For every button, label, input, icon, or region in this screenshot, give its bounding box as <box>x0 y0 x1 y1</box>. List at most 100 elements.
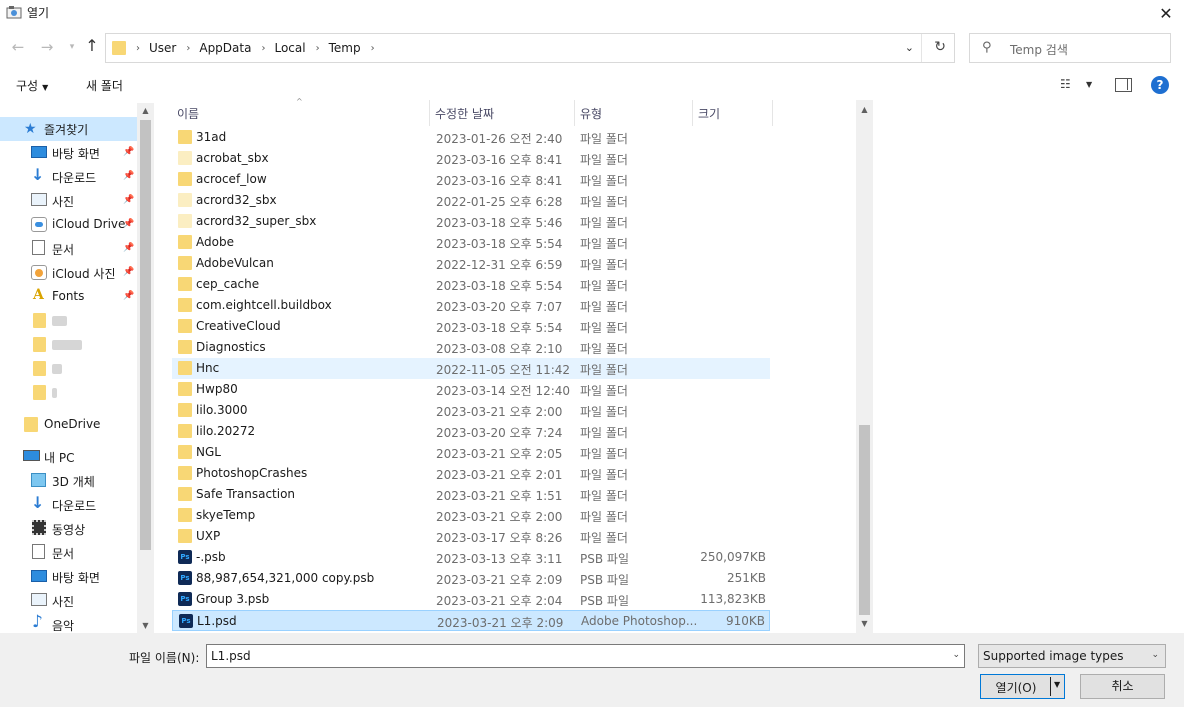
chevron-right-icon[interactable]: › <box>261 43 265 54</box>
navpane-scrollbar[interactable]: ▲ ▼ <box>137 103 154 633</box>
scrollbar-thumb[interactable] <box>140 120 151 550</box>
sidebar-item-documents-pc[interactable]: 문서 <box>0 541 137 565</box>
organize-button[interactable]: 구성 ▼ <box>16 77 48 94</box>
search-placeholder: Temp 검색 <box>1010 43 1068 57</box>
scroll-up-icon[interactable]: ▲ <box>137 106 154 115</box>
column-header-type[interactable]: 유형 <box>575 100 693 126</box>
back-button[interactable]: ← <box>8 38 28 56</box>
sidebar-item-pictures[interactable]: 사진 📌 <box>0 189 137 213</box>
scroll-up-icon[interactable]: ▲ <box>856 105 873 114</box>
file-type: 파일 폴더 <box>580 363 628 377</box>
up-button[interactable]: ↑ <box>82 36 102 55</box>
sidebar-item-3d-objects[interactable]: 3D 개체 <box>0 469 137 493</box>
open-button[interactable]: 열기(O) ▼ <box>980 674 1065 699</box>
folder-icon <box>178 487 192 501</box>
breadcrumb-temp[interactable]: Temp <box>329 41 361 55</box>
filelist-scrollbar[interactable]: ▲ ▼ <box>856 100 873 633</box>
file-row[interactable]: acrord32_super_sbx 2023-03-18 오후 5:46 파일 폴… <box>172 211 770 232</box>
chevron-right-icon[interactable]: › <box>316 43 320 54</box>
sidebar-item-pictures-pc[interactable]: 사진 <box>0 589 137 613</box>
scroll-down-icon[interactable]: ▼ <box>856 619 873 628</box>
search-input[interactable]: ⚲ Temp 검색 <box>969 33 1171 63</box>
help-icon[interactable]: ? <box>1151 76 1169 94</box>
file-type: 파일 폴더 <box>580 342 628 356</box>
sidebar-item-music[interactable]: ♪ 음악 <box>0 613 137 634</box>
file-row[interactable]: Ps L1.psd 2023-03-21 오후 2:09 Adobe Photosho… <box>172 610 770 631</box>
column-header-name[interactable]: ^ 이름 <box>172 97 430 126</box>
sort-ascending-icon: ^ <box>296 97 303 106</box>
file-row[interactable]: Ps 88,987,654,321,000 copy.psb 2023-03-21 … <box>172 568 770 589</box>
file-date: 2023-03-21 오후 2:04 <box>436 594 563 608</box>
sidebar-item-redacted[interactable] <box>0 357 137 381</box>
sidebar-item-videos[interactable]: 동영상 <box>0 517 137 541</box>
sidebar-item-quick-access[interactable]: ★ 즐겨찾기 <box>0 117 137 141</box>
forward-button[interactable]: → <box>37 38 57 56</box>
sidebar-item-desktop-pc[interactable]: 바탕 화면 <box>0 565 137 589</box>
filetype-select[interactable]: Supported image types ⌄ <box>978 644 1166 668</box>
chevron-down-icon[interactable]: ⌄ <box>952 650 960 660</box>
sidebar-item-redacted[interactable] <box>0 333 137 357</box>
sidebar-item-label: 음악 <box>52 619 75 633</box>
sidebar-item-this-pc[interactable]: 내 PC <box>0 445 137 469</box>
file-row[interactable]: Hwp80 2023-03-14 오전 12:40 파일 폴더 <box>172 379 770 400</box>
file-type: 파일 폴더 <box>580 258 628 272</box>
sidebar-item-icloud-photos[interactable]: iCloud 사진 📌 <box>0 261 137 285</box>
scrollbar-thumb[interactable] <box>859 425 870 615</box>
file-row[interactable]: lilo.3000 2023-03-21 오후 2:00 파일 폴더 <box>172 400 770 421</box>
breadcrumb-appdata[interactable]: AppData <box>199 41 251 55</box>
file-date: 2023-03-21 오후 2:09 <box>437 616 564 630</box>
file-row[interactable]: acrobat_sbx 2023-03-16 오후 8:41 파일 폴더 <box>172 148 770 169</box>
file-row[interactable]: cep_cache 2023-03-18 오후 5:54 파일 폴더 <box>172 274 770 295</box>
file-type: 파일 폴더 <box>580 153 628 167</box>
sidebar-item-onedrive[interactable]: OneDrive <box>0 413 137 437</box>
file-row[interactable]: acrord32_sbx 2022-01-25 오후 6:28 파일 폴더 <box>172 190 770 211</box>
file-row[interactable]: NGL 2023-03-21 오후 2:05 파일 폴더 <box>172 442 770 463</box>
chevron-right-icon[interactable]: › <box>371 43 375 54</box>
address-history-dropdown[interactable]: ⌄ <box>905 41 914 54</box>
chevron-right-icon[interactable]: › <box>186 43 190 54</box>
sidebar-item-redacted[interactable] <box>0 381 137 405</box>
photoshop-file-icon: Ps <box>178 592 192 606</box>
file-row[interactable]: 31ad 2023-01-26 오전 2:40 파일 폴더 <box>172 127 770 148</box>
file-row[interactable]: acrocef_low 2023-03-16 오후 8:41 파일 폴더 <box>172 169 770 190</box>
folder-icon <box>178 424 192 438</box>
file-row[interactable]: Adobe 2023-03-18 오후 5:54 파일 폴더 <box>172 232 770 253</box>
column-header-size[interactable]: 크기 <box>693 100 773 126</box>
filename-input[interactable]: L1.psd ⌄ <box>206 644 965 668</box>
sidebar-item-downloads-pc[interactable]: ↓ 다운로드 <box>0 493 137 517</box>
sidebar-item-icloud-drive[interactable]: iCloud Drive 📌 <box>0 213 137 237</box>
sidebar-item-documents[interactable]: 문서 📌 <box>0 237 137 261</box>
file-row[interactable]: UXP 2023-03-17 오후 8:26 파일 폴더 <box>172 526 770 547</box>
address-bar[interactable]: › User › AppData › Local › Temp › ⌄ ↻ <box>105 33 955 63</box>
scroll-down-icon[interactable]: ▼ <box>137 621 154 630</box>
breadcrumb-local[interactable]: Local <box>274 41 305 55</box>
view-options-icon[interactable]: ☷ <box>1060 77 1071 91</box>
breadcrumb-user[interactable]: User <box>149 41 176 55</box>
file-row[interactable]: com.eightcell.buildbox 2023-03-20 오후 7:07… <box>172 295 770 316</box>
file-name: cep_cache <box>196 277 260 291</box>
sidebar-item-downloads[interactable]: ↓ 다운로드 📌 <box>0 165 137 189</box>
recent-locations-button[interactable]: ▾ <box>62 42 82 52</box>
file-row[interactable]: Safe Transaction 2023-03-21 오후 1:51 파일 폴더 <box>172 484 770 505</box>
sidebar-item-fonts[interactable]: A Fonts 📌 <box>0 285 137 309</box>
sidebar-item-redacted[interactable] <box>0 309 137 333</box>
sidebar-item-desktop[interactable]: 바탕 화면 📌 <box>0 141 137 165</box>
chevron-down-icon[interactable]: ▼ <box>1086 80 1092 89</box>
file-row[interactable]: lilo.20272 2023-03-20 오후 7:24 파일 폴더 <box>172 421 770 442</box>
refresh-icon[interactable]: ↻ <box>934 39 946 55</box>
file-row[interactable]: Ps Group 3.psb 2023-03-21 오후 2:04 PSB 파일 113… <box>172 589 770 610</box>
chevron-right-icon: › <box>136 42 140 54</box>
new-folder-button[interactable]: 새 폴더 <box>86 77 123 94</box>
cancel-button[interactable]: 취소 <box>1080 674 1165 699</box>
close-button[interactable]: ✕ <box>1148 0 1184 26</box>
file-row[interactable]: Diagnostics 2023-03-08 오후 2:10 파일 폴더 <box>172 337 770 358</box>
preview-pane-icon[interactable] <box>1115 78 1132 92</box>
file-row[interactable]: Ps -.psb 2023-03-13 오후 3:11 PSB 파일 250,097KB <box>172 547 770 568</box>
column-header-date[interactable]: 수정한 날짜 <box>430 100 575 126</box>
file-row[interactable]: Hnc 2022-11-05 오전 11:42 파일 폴더 <box>172 358 770 379</box>
chevron-down-icon[interactable]: ▼ <box>1054 680 1060 689</box>
file-row[interactable]: CreativeCloud 2023-03-18 오후 5:54 파일 폴더 <box>172 316 770 337</box>
file-row[interactable]: skyeTemp 2023-03-21 오후 2:00 파일 폴더 <box>172 505 770 526</box>
file-row[interactable]: PhotoshopCrashes 2023-03-21 오후 2:01 파일 폴더 <box>172 463 770 484</box>
file-row[interactable]: AdobeVulcan 2022-12-31 오후 6:59 파일 폴더 <box>172 253 770 274</box>
